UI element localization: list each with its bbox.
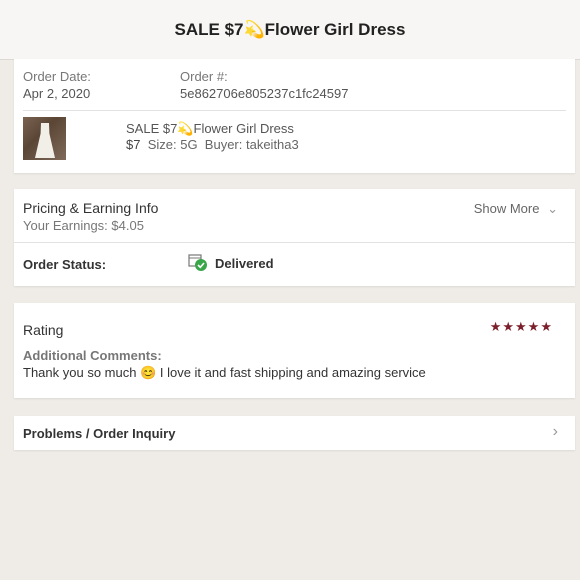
earnings-text: Your Earnings: $4.05 — [23, 218, 144, 233]
order-divider — [23, 110, 566, 111]
order-status-label: Order Status: — [23, 257, 107, 272]
item-meta: $7 Size: 5G Buyer: takeitha3 — [126, 137, 299, 152]
order-number-value: 5e862706e805237c1fc24597 — [180, 86, 349, 101]
problems-label: Problems / Order Inquiry — [23, 426, 176, 441]
item-price: $7 — [126, 137, 141, 152]
item-title[interactable]: SALE $7💫Flower Girl Dress — [126, 121, 294, 137]
order-status-value: Delivered — [215, 256, 274, 271]
comment-text: Thank you so much 😊 I love it and fast s… — [23, 365, 426, 380]
order-date-label: Order Date: — [23, 69, 91, 84]
item-buyer: Buyer: takeitha3 — [204, 137, 299, 152]
show-more-label: Show More — [473, 201, 540, 216]
page-title: SALE $7💫Flower Girl Dress — [174, 19, 406, 39]
delivered-box-icon — [188, 252, 208, 272]
rating-card: Rating ★★★★★ Additional Comments: Thank … — [14, 303, 575, 398]
item-size: Size: 5G — [147, 137, 198, 152]
pricing-divider — [14, 242, 575, 243]
rating-stars-icon: ★★★★★ — [489, 319, 553, 334]
chevron-down-icon: ⌄ — [547, 201, 558, 216]
order-details-card: Order Date: Apr 2, 2020 Order #: 5e86270… — [14, 59, 575, 173]
pricing-card: Pricing & Earning Info Your Earnings: $4… — [14, 189, 575, 286]
order-number-label: Order #: — [180, 69, 228, 84]
order-date-value: Apr 2, 2020 — [23, 86, 91, 101]
show-more-button[interactable]: Show More ⌄ — [474, 201, 558, 217]
comments-label: Additional Comments: — [23, 348, 162, 363]
problems-inquiry-row[interactable]: Problems / Order Inquiry › — [14, 416, 575, 450]
rating-title: Rating — [23, 322, 64, 338]
pricing-title: Pricing & Earning Info — [23, 200, 159, 216]
page-header: SALE $7💫Flower Girl Dress — [0, 0, 580, 60]
chevron-right-icon: › — [552, 423, 558, 440]
item-thumbnail[interactable] — [23, 117, 66, 160]
